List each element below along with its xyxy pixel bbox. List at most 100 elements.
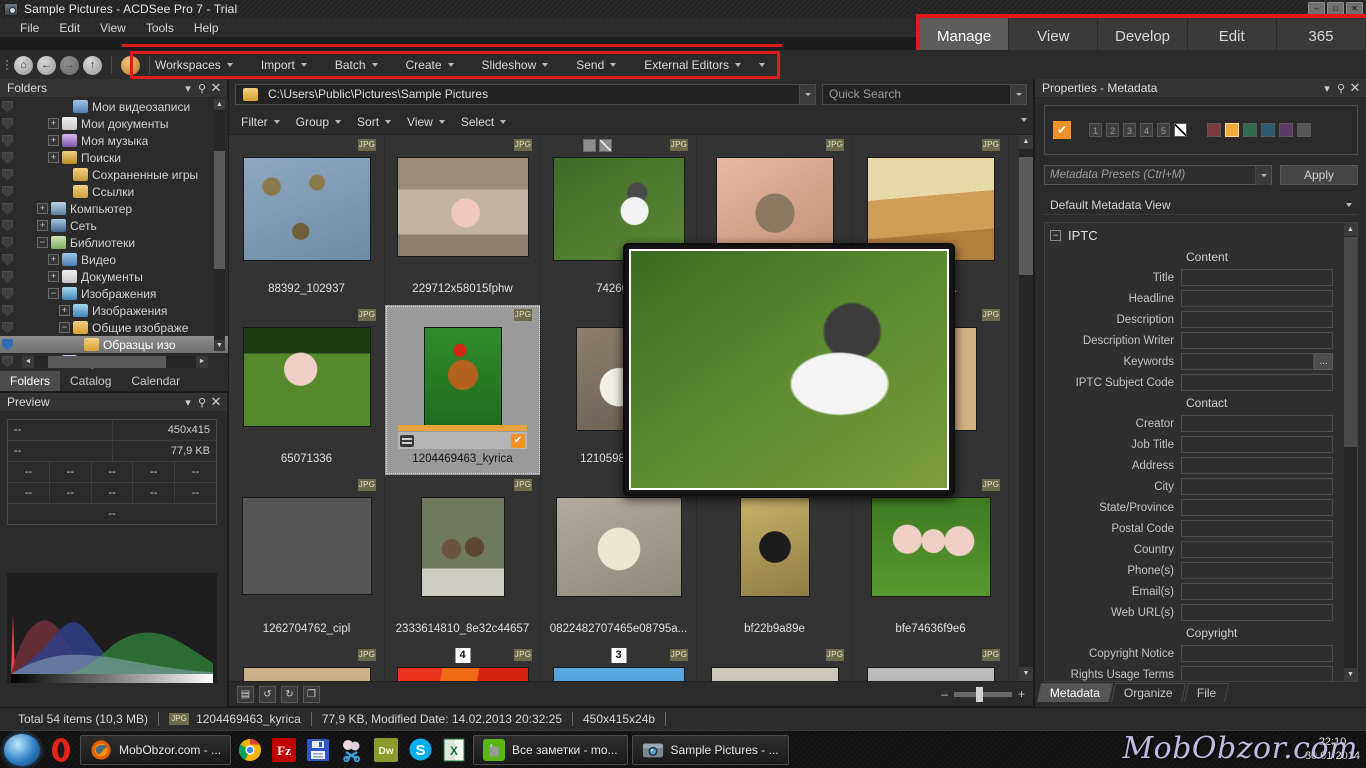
toolbar-import[interactable]: Import (247, 56, 321, 74)
thumbnail-cell[interactable]: 4 JPG (385, 645, 541, 681)
start-button[interactable] (4, 733, 40, 766)
tree-item-1[interactable]: + Мои документы (0, 115, 228, 132)
metadata-field-input[interactable] (1181, 562, 1333, 579)
close-icon[interactable]: ✕ (1348, 80, 1362, 96)
grid-scrollbar[interactable]: ▲ ▼ (1019, 135, 1033, 681)
tab-folders[interactable]: Folders (0, 371, 61, 391)
metadata-field-input[interactable] (1181, 604, 1333, 621)
clear-rating-icon[interactable] (599, 139, 612, 152)
expand-icon[interactable]: + (48, 135, 59, 146)
tree-item-13[interactable]: − Общие изображе (0, 319, 228, 336)
up-icon[interactable]: ↑ (83, 55, 102, 75)
thumbnail-image[interactable] (710, 667, 839, 681)
save-icon[interactable] (301, 733, 335, 767)
opera-icon[interactable] (44, 733, 78, 767)
toolbar-external-editors[interactable]: External Editors (630, 56, 755, 74)
thumbnail-image[interactable] (241, 497, 372, 595)
folder-tree-scrollbar[interactable]: ▲ ▼ (214, 99, 225, 351)
thumbnail-cell[interactable]: JPG bfe74636f9e6 (853, 475, 1009, 645)
hscroll-thumb[interactable] (48, 356, 166, 368)
collapse-icon[interactable]: − (48, 288, 59, 299)
tree-item-0[interactable]: Мои видеозаписи (0, 98, 228, 115)
clear-rating-button[interactable] (1174, 123, 1187, 137)
toolbar-workspaces[interactable]: Workspaces (141, 56, 247, 74)
path-input[interactable]: C:\Users\Public\Pictures\Sample Pictures (235, 83, 816, 105)
collapse-icon[interactable]: − (37, 237, 48, 248)
presets-dropdown-button[interactable] (1255, 165, 1271, 185)
scroll-right-icon[interactable]: ► (196, 356, 208, 368)
thumbnail-image[interactable] (866, 667, 995, 681)
menu-edit[interactable]: Edit (49, 19, 90, 37)
scroll-down-icon[interactable]: ▼ (1344, 668, 1357, 681)
metadata-field-input[interactable] (1181, 436, 1333, 453)
scroll-left-icon[interactable]: ◄ (22, 356, 34, 368)
scroll-thumb[interactable] (214, 151, 225, 269)
menu-tools[interactable]: Tools (136, 19, 184, 37)
apply-button[interactable]: Apply (1280, 165, 1358, 185)
thumbnail-cell[interactable]: 3 JPG (541, 645, 697, 681)
collapse-icon[interactable]: − (1050, 230, 1061, 241)
back-icon[interactable]: ← (37, 55, 56, 75)
metadata-field-input[interactable] (1181, 583, 1333, 600)
taskbar-item-firefox[interactable]: MobObzor.com - ... (80, 734, 232, 765)
tab-metadata[interactable]: Metadata (1036, 683, 1114, 702)
tree-item-11[interactable]: − Изображения (0, 285, 228, 302)
thumbnail-cell-selected[interactable]: JPG ✔ 1204469463_kyrica (385, 305, 541, 475)
pin-icon[interactable]: ⚲ (195, 82, 209, 95)
thumbnail-cell[interactable]: JPG 2333614810_8e32c44657 (385, 475, 541, 645)
forward-icon[interactable]: → (60, 55, 79, 75)
thumbnail-cell[interactable]: JPG 88392_102937 (229, 135, 385, 305)
metadata-view-selector[interactable]: Default Metadata View (1044, 195, 1358, 215)
path-dropdown-button[interactable] (799, 84, 815, 104)
thumbnail-image[interactable] (242, 327, 371, 427)
thumbnail-cell[interactable]: JPGbf22b9a89e (697, 475, 853, 645)
pin-icon[interactable]: ⚲ (1334, 82, 1348, 95)
thumbnail-cell[interactable]: JPG (853, 645, 1009, 681)
rating-2-button[interactable]: 2 (1106, 123, 1119, 137)
tree-item-5[interactable]: Ссылки (0, 183, 228, 200)
metadata-field-input[interactable] (1181, 645, 1333, 662)
toolbar-batch[interactable]: Batch (321, 56, 392, 74)
tree-item-14[interactable]: Образцы изо (0, 336, 228, 353)
excel-icon[interactable]: X (437, 733, 471, 767)
tree-item-8[interactable]: − Библиотеки (0, 234, 228, 251)
rating-3-button[interactable]: 3 (1123, 123, 1136, 137)
metadata-field-input[interactable] (1181, 269, 1333, 286)
skype-icon[interactable]: S (403, 733, 437, 767)
tab-calendar[interactable]: Calendar (121, 371, 191, 391)
slider-track[interactable] (953, 686, 1012, 702)
metadata-field-input[interactable] (1181, 499, 1333, 516)
metadata-field-input[interactable] (1181, 541, 1333, 558)
dropdown-icon[interactable]: ▾ (181, 82, 195, 95)
thumbnail-image[interactable] (242, 157, 371, 261)
toolbar-send[interactable]: Send (562, 56, 630, 74)
close-icon[interactable]: ✕ (209, 394, 223, 410)
tree-item-3[interactable]: + Поиски (0, 149, 228, 166)
thumbnail-cell[interactable]: JPG (229, 645, 385, 681)
rating-4-button[interactable]: 4 (1140, 123, 1153, 137)
taskbar-clock[interactable]: 22:10 30.01.2014 (1305, 735, 1360, 763)
thumbnail-image[interactable] (870, 497, 991, 597)
toolbar-grip-icon[interactable] (6, 60, 8, 70)
menu-help[interactable]: Help (184, 19, 229, 37)
expand-icon[interactable]: + (37, 220, 48, 231)
home-icon[interactable]: ⌂ (14, 55, 33, 75)
rating-1-button[interactable]: 1 (1089, 123, 1102, 137)
scroll-thumb[interactable] (1019, 157, 1033, 275)
tree-item-7[interactable]: + Сеть (0, 217, 228, 234)
thumbnail-image[interactable] (420, 497, 505, 597)
dreamweaver-icon[interactable]: Dw (369, 733, 403, 767)
search-input[interactable]: Quick Search (822, 83, 1027, 105)
metadata-presets-input[interactable]: Metadata Presets (Ctrl+M) (1044, 165, 1272, 185)
metadata-field-input[interactable] (1181, 666, 1333, 681)
rotate-left-icon[interactable]: ↺ (259, 685, 276, 703)
tag-checkbox[interactable]: ✔ (1053, 121, 1071, 139)
slider-thumb[interactable] (975, 686, 983, 702)
checkbox-icon[interactable] (583, 139, 596, 152)
zoom-out-button[interactable]: – (941, 687, 948, 701)
thumbnail-image[interactable] (242, 667, 371, 681)
metadata-field-input[interactable] (1181, 332, 1333, 349)
folder-tree[interactable]: Мои видеозаписи + Мои документы + Моя музыка… (0, 98, 228, 370)
toolbar-slideshow[interactable]: Slideshow (468, 56, 563, 74)
rotate-right-icon[interactable]: ↻ (281, 685, 298, 703)
